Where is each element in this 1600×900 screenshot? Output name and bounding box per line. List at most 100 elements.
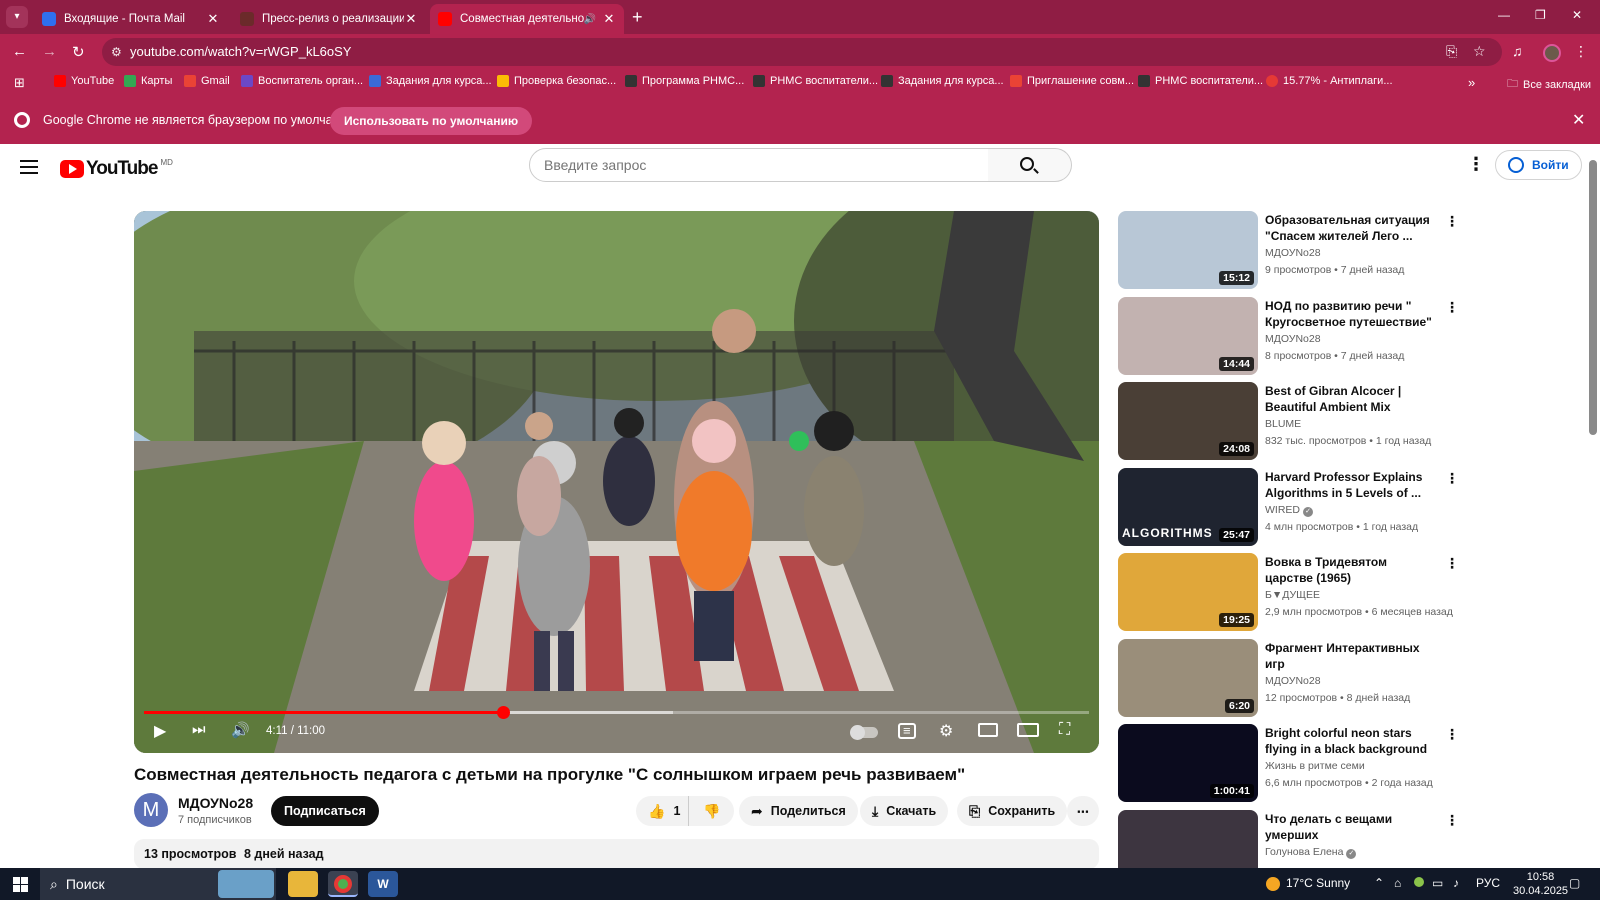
notifications-icon[interactable]: ▢ (1569, 876, 1580, 890)
set-default-button[interactable]: Использовать по умолчанию (330, 107, 533, 135)
chrome-menu-icon[interactable]: ⋮ (1574, 43, 1588, 60)
video-player[interactable]: ▶ ⏭ 🔊 4:11 / 11:00 ≡ ⚙ ⛶ (134, 211, 1099, 753)
progress-bar[interactable] (144, 706, 1089, 719)
word-app-icon[interactable]: W (368, 871, 398, 897)
bookmark-star-icon[interactable]: ☆ (1473, 43, 1486, 60)
related-video-item[interactable]: 6:20 Фрагмент Интерактивных игр МДОУNo28 12… (1118, 639, 1458, 719)
bookmark-gmail[interactable]: Gmail (184, 75, 230, 87)
autoplay-toggle[interactable] (850, 725, 878, 740)
video-thumbnail[interactable]: ALGORITHMS 25:47 (1118, 468, 1258, 546)
more-options-icon[interactable]: ⋮ (1445, 299, 1459, 316)
related-channel-name[interactable]: Б▼ДУЩЕЕ (1265, 589, 1320, 601)
tab-press-release[interactable]: Пресс-релиз о реализации до ✕ (232, 4, 426, 34)
channel-name[interactable]: МДОУNo28 (178, 795, 253, 811)
miniplayer-icon[interactable] (978, 723, 998, 737)
related-video-title[interactable]: Вовка в Тридевятом царстве (1965) (РЕСТА… (1265, 554, 1435, 586)
close-window-icon[interactable]: ✕ (1572, 8, 1582, 22)
tab-youtube-video[interactable]: Совместная деятельность 🔊 ✕ (430, 4, 624, 34)
share-button[interactable]: ➦ Поделиться (739, 796, 858, 826)
taskbar-search[interactable]: ⌕ Поиск (40, 868, 276, 900)
reload-icon[interactable]: ↻ (72, 43, 85, 61)
address-bar[interactable]: ⚙ youtube.com/watch?v=rWGP_kL6oSY (102, 38, 1502, 66)
related-channel-name[interactable]: Жизнь в ритме семи (1265, 760, 1365, 772)
page-scrollbar[interactable] (1589, 160, 1597, 435)
close-tab-icon[interactable]: ✕ (206, 11, 220, 27)
keyboard-language[interactable]: РУС (1476, 876, 1500, 890)
network-icon[interactable]: ⌂ (1394, 876, 1401, 890)
speaker-icon[interactable]: ♪ (1453, 876, 1459, 890)
security-icon[interactable] (1414, 876, 1424, 890)
monitor-icon[interactable]: ▭ (1432, 876, 1443, 890)
close-tab-icon[interactable]: ✕ (404, 11, 418, 27)
description-box[interactable]: 13 просмотров 8 дней назад (134, 839, 1099, 869)
related-video-item[interactable]: ALGORITHMS 25:47 Harvard Professor Explain… (1118, 468, 1459, 548)
related-channel-name[interactable]: МДОУNo28 (1265, 675, 1321, 687)
bookmark-item[interactable]: РНМС воспитатели... (1138, 75, 1263, 87)
related-video-item[interactable]: 14:44 НОД по развитию речи " Кругосветное… (1118, 297, 1459, 377)
related-video-title[interactable]: Фрагмент Интерактивных игр (1265, 640, 1435, 672)
video-thumbnail[interactable]: 6:20 (1118, 639, 1258, 717)
install-app-icon[interactable]: ⎘ (1446, 43, 1457, 60)
tab-mail[interactable]: Входящие - Почта Mail ✕ (34, 4, 228, 34)
video-thumbnail[interactable]: 14:44 (1118, 297, 1258, 375)
related-video-title[interactable]: Best of Gibran Alcocer | Beautiful Ambie… (1265, 383, 1435, 415)
related-channel-name[interactable]: BLUME (1265, 418, 1301, 430)
related-video-title[interactable]: Bright colorful neon stars flying in a b… (1265, 725, 1435, 757)
apps-grid-icon[interactable]: ⊞ (14, 75, 25, 91)
video-thumbnail[interactable]: 19:25 (1118, 553, 1258, 631)
bookmark-item[interactable]: 15.77% - Антиплаги... (1266, 75, 1393, 87)
play-icon[interactable]: ▶ (154, 721, 166, 741)
bookmark-item[interactable]: Приглашение совм... (1010, 75, 1134, 87)
related-video-title[interactable]: Образовательная ситуация "Спасем жителей… (1265, 212, 1435, 244)
youtube-logo[interactable]: YouTube MD (60, 158, 173, 180)
more-options-icon[interactable]: ⋮ (1445, 213, 1459, 230)
related-video-item[interactable]: 1:00:41 Bright colorful neon stars flying… (1118, 724, 1459, 804)
settings-menu-icon[interactable]: ⋮ (1467, 154, 1485, 175)
bookmark-item[interactable]: Воспитатель орган... (241, 75, 363, 87)
media-control-icon[interactable]: ♫ (1512, 43, 1523, 59)
clock[interactable]: 10:58 30.04.2025 (1513, 870, 1568, 898)
next-video-icon[interactable]: ⏭ (192, 721, 206, 738)
back-icon[interactable]: ← (12, 43, 27, 60)
like-button[interactable]: 👍 1 (636, 796, 691, 826)
tab-search-button[interactable]: ▾ (6, 6, 28, 28)
profile-avatar[interactable] (1543, 44, 1561, 62)
search-input[interactable] (529, 148, 989, 182)
restore-icon[interactable]: ❐ (1535, 8, 1546, 22)
more-actions-button[interactable]: ⋯ (1067, 796, 1099, 826)
windows-start-icon[interactable] (13, 877, 28, 892)
speaker-icon[interactable]: 🔊 (584, 14, 596, 25)
menu-icon[interactable] (20, 160, 38, 174)
more-options-icon[interactable]: ⋮ (1445, 555, 1459, 572)
more-options-icon[interactable]: ⋮ (1445, 812, 1459, 829)
volume-icon[interactable]: 🔊 (231, 721, 250, 739)
tray-chevron-icon[interactable]: ⌃ (1374, 876, 1384, 890)
search-button[interactable] (988, 148, 1072, 182)
subscribe-button[interactable]: Подписаться (271, 796, 379, 826)
more-options-icon[interactable]: ⋮ (1445, 470, 1459, 487)
related-video-title[interactable]: Что делать с вещами умерших (1265, 811, 1435, 843)
subtitles-icon[interactable]: ≡ (898, 723, 916, 739)
bookmark-item[interactable]: Задания для курса... (881, 75, 1004, 87)
channel-avatar[interactable]: М (134, 793, 168, 827)
scrubber-handle[interactable] (497, 706, 511, 719)
download-button[interactable]: ⤓ Скачать (860, 796, 949, 826)
related-video-item[interactable]: 19:25 Вовка в Тридевятом царстве (1965) (… (1118, 553, 1459, 633)
chrome-app-icon[interactable] (328, 871, 358, 897)
theater-mode-icon[interactable] (1017, 723, 1039, 737)
bookmark-item[interactable]: Задания для курса... (369, 75, 492, 87)
related-channel-name[interactable]: WIRED ✓ (1265, 504, 1313, 517)
video-thumbnail[interactable]: 15:12 (1118, 211, 1258, 289)
more-options-icon[interactable]: ⋮ (1445, 726, 1459, 743)
bookmark-youtube[interactable]: YouTube (54, 75, 114, 87)
more-bookmarks-icon[interactable]: » (1468, 75, 1475, 90)
video-thumbnail[interactable]: 1:00:41 (1118, 724, 1258, 802)
weather-widget[interactable]: 17°C Sunny (1266, 876, 1350, 891)
related-channel-name[interactable]: Голунова Елена ✓ (1265, 846, 1357, 859)
bookmark-item[interactable]: Программа РНМС... (625, 75, 744, 87)
minimize-icon[interactable]: — (1498, 8, 1510, 22)
related-video-item[interactable]: 24:08 Best of Gibran Alcocer | Beautiful … (1118, 382, 1458, 462)
file-explorer-icon[interactable] (288, 871, 318, 897)
new-tab-button[interactable]: + (632, 7, 643, 28)
save-button[interactable]: ⎘ Сохранить (957, 796, 1068, 826)
